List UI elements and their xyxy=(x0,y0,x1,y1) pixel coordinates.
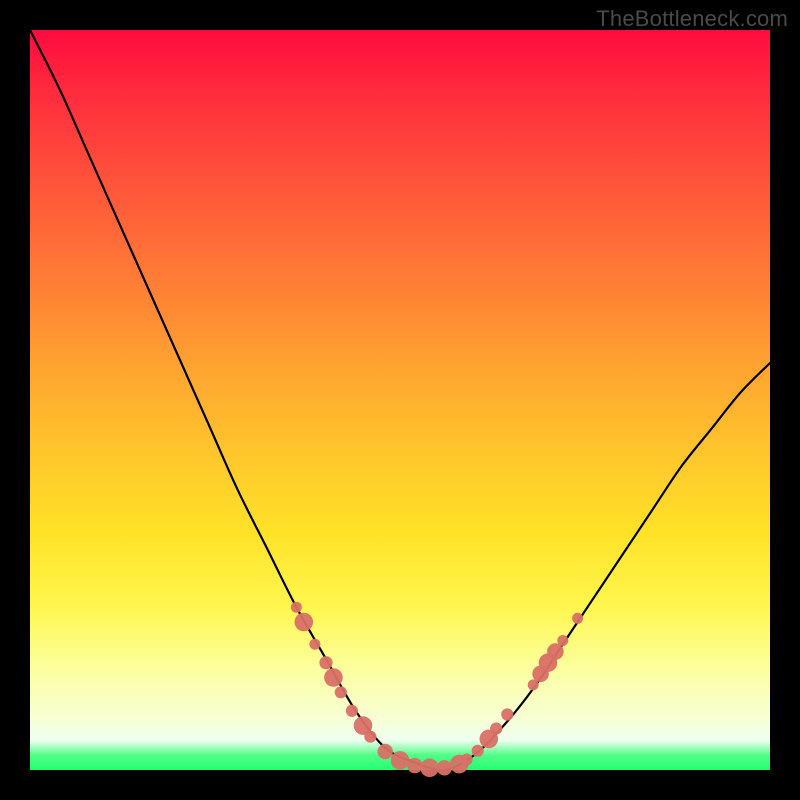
marker-dot xyxy=(346,705,358,717)
bottleneck-curve-line xyxy=(30,30,770,770)
marker-dot xyxy=(319,656,332,669)
marker-dot xyxy=(461,754,473,766)
marker-dot xyxy=(364,731,376,743)
marker-dot xyxy=(309,639,320,650)
marker-dot xyxy=(472,745,484,757)
watermark-text: TheBottleneck.com xyxy=(596,6,788,32)
marker-dot xyxy=(295,613,314,632)
marker-dot xyxy=(407,758,422,773)
marker-dot xyxy=(547,643,564,660)
marker-dot xyxy=(335,686,347,698)
marker-dot xyxy=(490,723,502,735)
page-frame: TheBottleneck.com xyxy=(0,0,800,800)
marker-dot xyxy=(378,744,393,759)
marker-dot xyxy=(324,668,343,687)
marker-dot xyxy=(557,635,568,646)
marker-dot xyxy=(437,760,452,775)
marker-dot xyxy=(572,613,583,624)
marker-dot xyxy=(501,708,513,720)
marker-dot xyxy=(391,751,410,770)
marker-dot xyxy=(420,759,439,778)
highlight-markers xyxy=(291,602,583,777)
chart-svg xyxy=(30,30,770,770)
chart-plot-area xyxy=(30,30,770,770)
marker-dot xyxy=(291,602,302,613)
